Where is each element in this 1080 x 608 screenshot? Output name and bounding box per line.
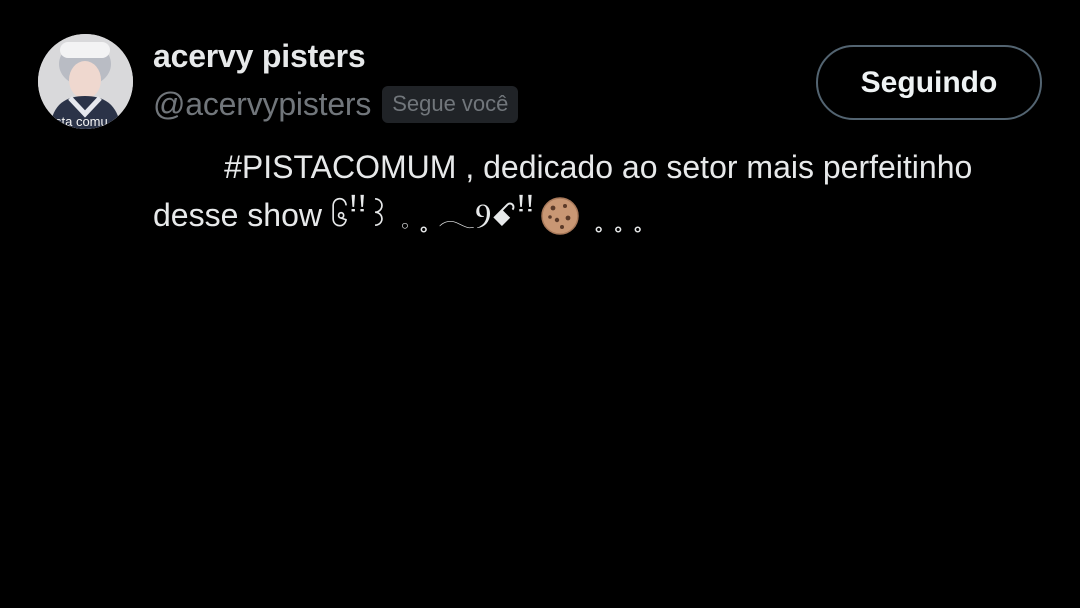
avatar[interactable]: sta comu xyxy=(38,34,133,129)
avatar-image: sta comu xyxy=(38,34,133,129)
username-handle[interactable]: @acervypisters xyxy=(153,86,371,123)
post-text-tail: ˳ ˳ ˳ xyxy=(584,197,644,233)
handle-row: @acervypisters Segue você xyxy=(153,86,519,123)
post-text: #PISTACOMUM , dedicado ao setor mais per… xyxy=(153,143,1023,239)
display-name[interactable]: acervy pisters xyxy=(153,38,366,75)
follows-you-badge: Segue você xyxy=(382,86,519,123)
cookie-icon xyxy=(540,196,580,236)
avatar-caption: sta comu xyxy=(55,114,108,129)
following-button[interactable]: Seguindo xyxy=(816,45,1042,120)
